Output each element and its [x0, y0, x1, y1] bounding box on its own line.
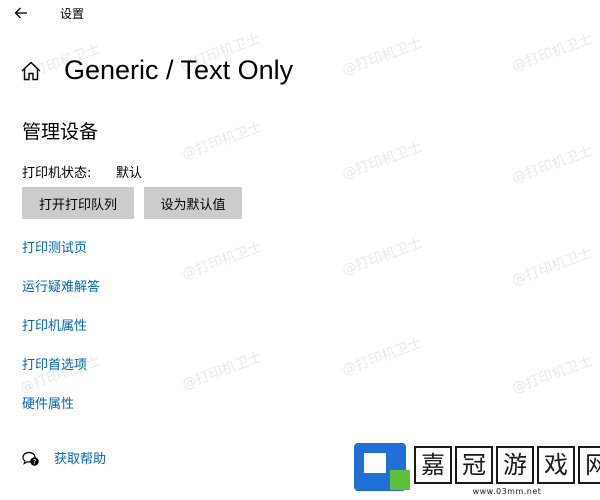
svg-text:?: ? [33, 458, 37, 466]
hardware-properties-link[interactable]: 硬件属性 [22, 397, 74, 413]
home-icon [21, 61, 41, 81]
logo-char: 网 [578, 446, 600, 484]
printer-status-value: 默认 [116, 166, 143, 181]
app-title: 设置 [60, 7, 85, 21]
logo-url: www.03mm.net [472, 487, 542, 496]
run-troubleshooter-link[interactable]: 运行疑难解答 [22, 280, 100, 296]
printing-preferences-link[interactable]: 打印首选项 [22, 358, 87, 374]
printer-properties-link[interactable]: 打印机属性 [22, 319, 87, 335]
watermark-text: @打印机卫士 [510, 245, 595, 289]
watermark-text: @打印机卫士 [340, 335, 425, 379]
site-logo: 嘉 冠 游 戏 网 www.03mm.net [352, 440, 600, 500]
logo-char: 嘉 [414, 446, 452, 484]
watermark-text: @打印机卫士 [340, 139, 425, 183]
back-button[interactable] [10, 3, 32, 23]
logo-char: 游 [496, 446, 534, 484]
logo-char: 戏 [537, 446, 575, 484]
watermark-text: @打印机卫士 [510, 143, 595, 187]
logo-characters: 嘉 冠 游 戏 网 [414, 446, 600, 484]
watermark-text: @打印机卫士 [340, 35, 425, 79]
get-help-link[interactable]: 获取帮助 [54, 452, 106, 468]
watermark-text: @打印机卫士 [180, 119, 265, 163]
logo-mark [354, 443, 410, 491]
watermark-text: @打印机卫士 [180, 349, 265, 393]
watermark-text: @打印机卫士 [180, 239, 265, 283]
print-test-page-link[interactable]: 打印测试页 [22, 241, 87, 257]
title-bar: 设置 [0, 0, 600, 28]
watermark-text: @打印机卫士 [510, 353, 595, 397]
set-default-button[interactable]: 设为默认值 [144, 187, 242, 219]
watermark-text: @打印机卫士 [340, 235, 425, 279]
arrow-left-icon [14, 7, 27, 19]
printer-status-label: 打印机状态: [22, 166, 92, 181]
chat-help-icon[interactable]: ? [22, 451, 40, 467]
logo-char: 冠 [455, 446, 493, 484]
open-print-queue-button[interactable]: 打开打印队列 [22, 187, 134, 219]
section-title: 管理设备 [22, 121, 99, 143]
watermark-text: @打印机卫士 [510, 31, 595, 75]
page-title: Generic / Text Only [64, 55, 294, 85]
